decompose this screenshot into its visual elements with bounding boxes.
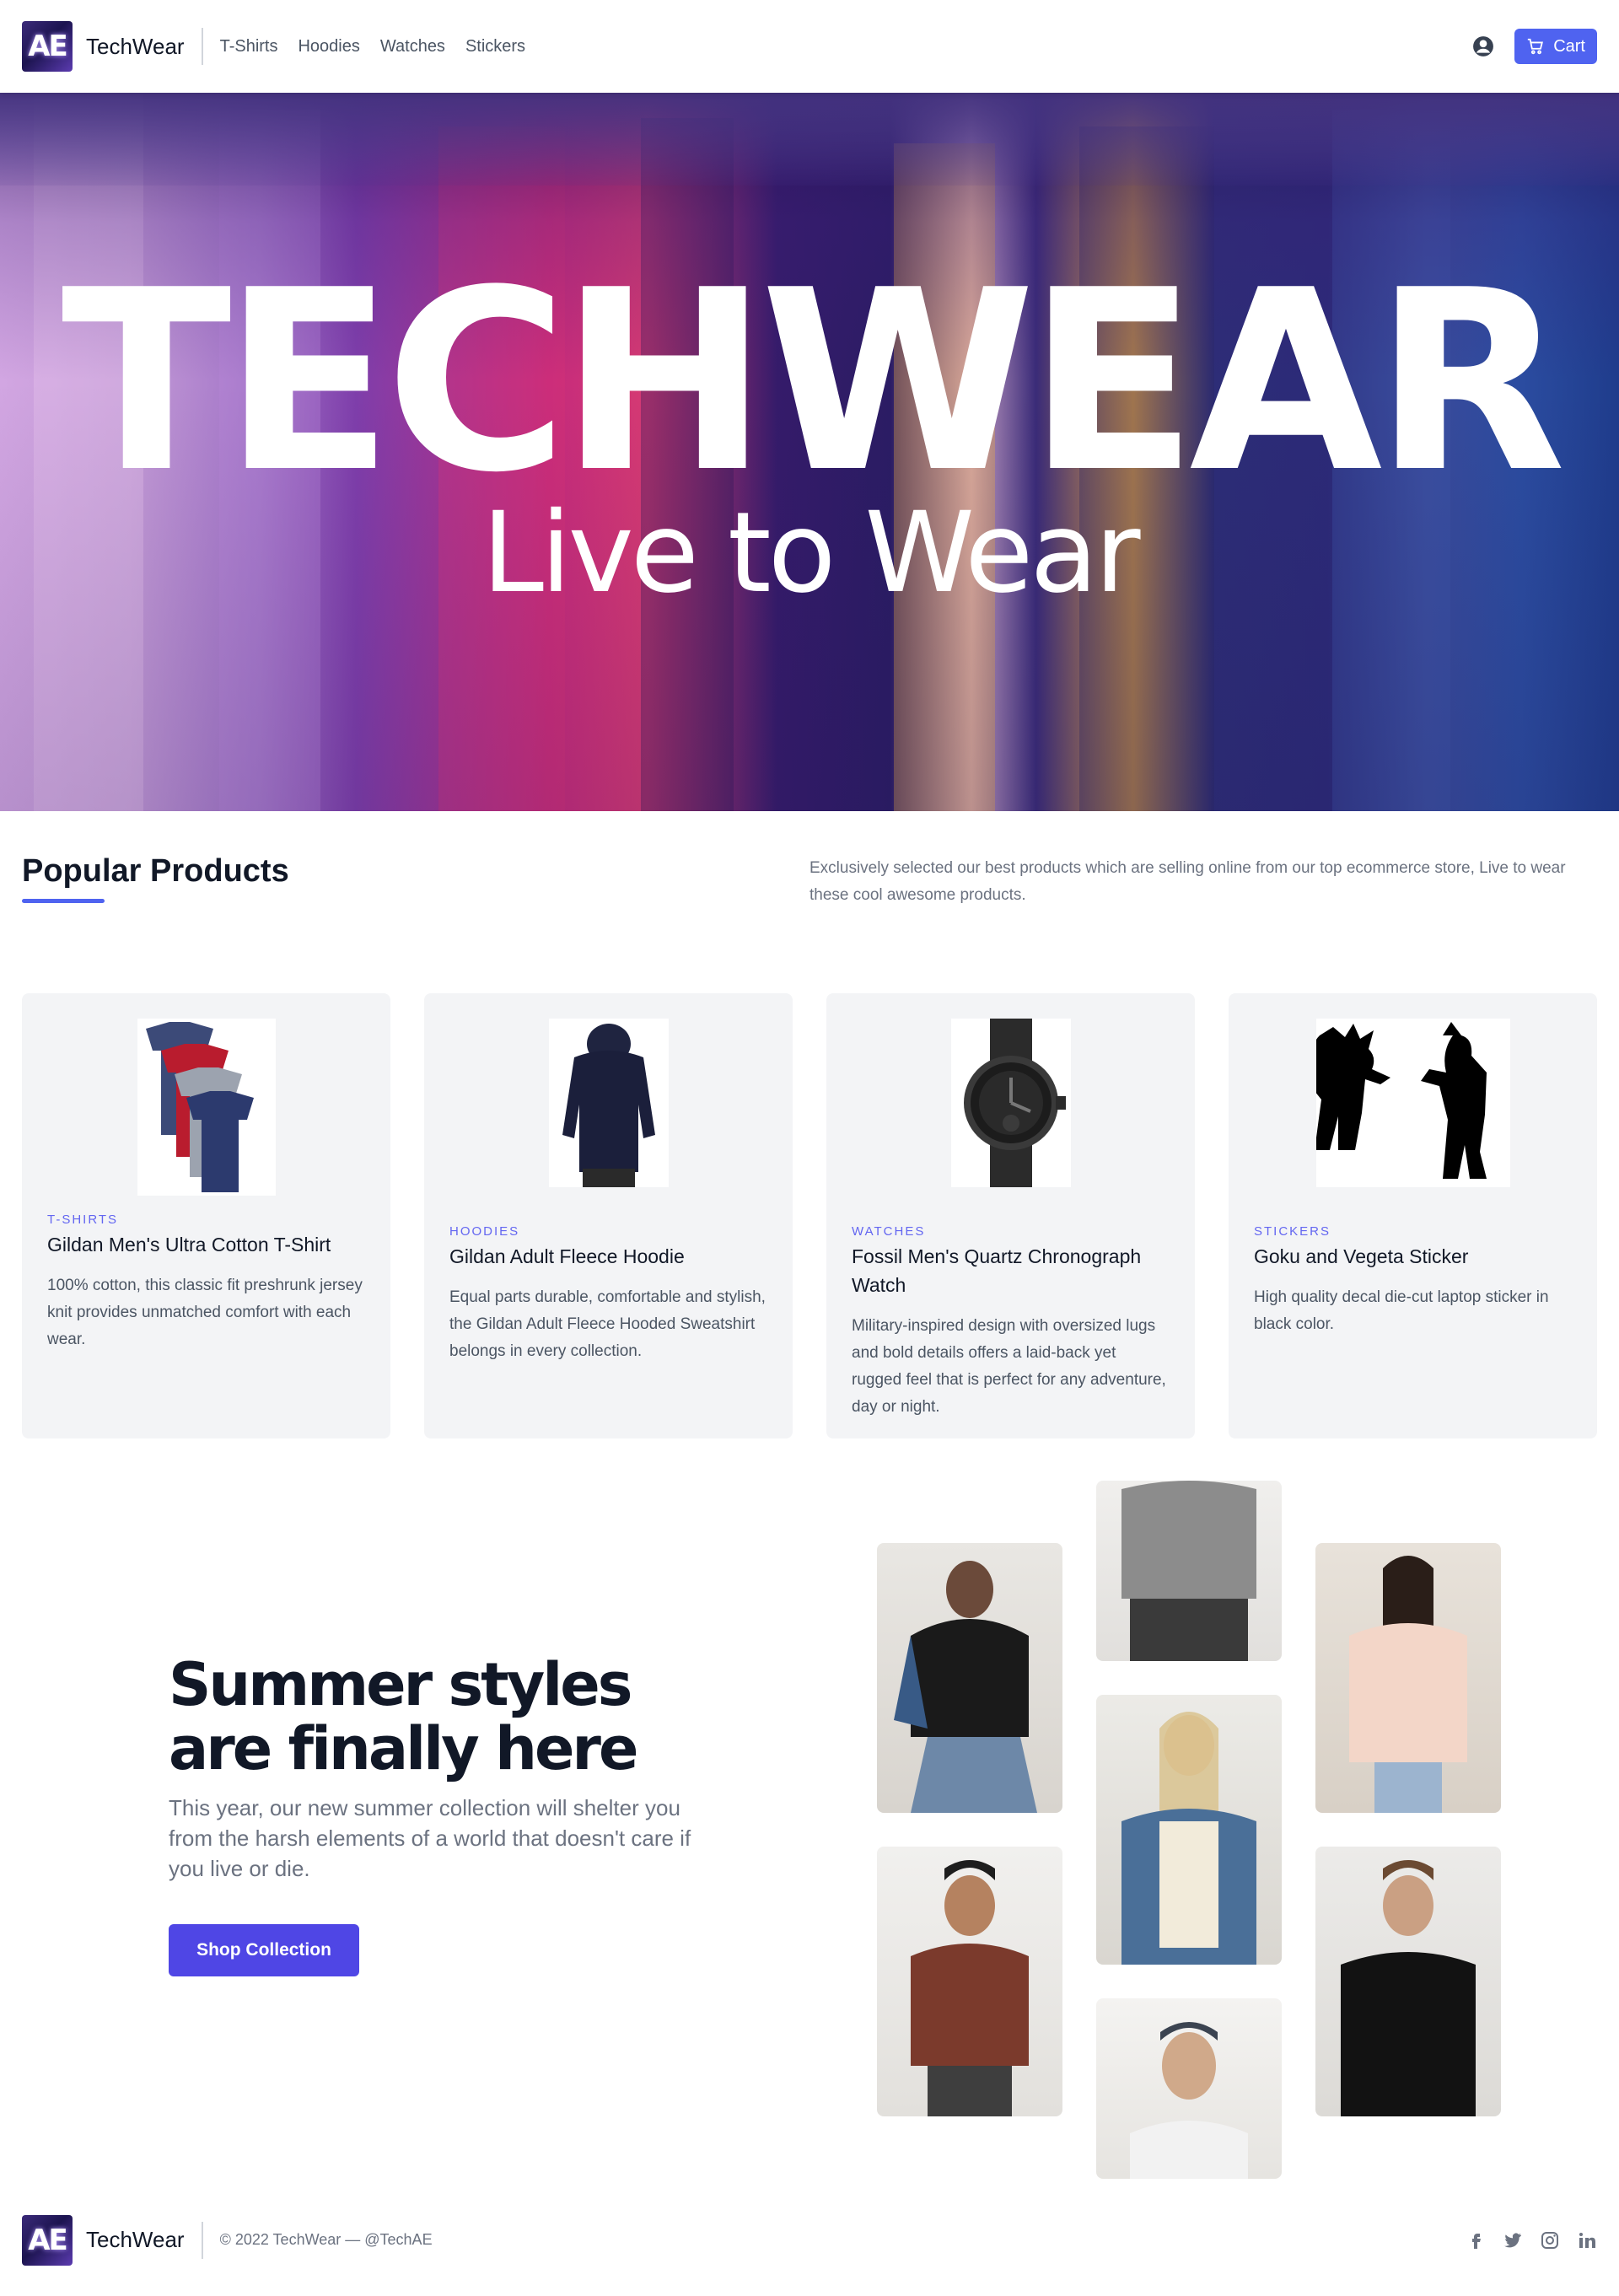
product-description: Military-inspired design with oversized … xyxy=(852,1317,1166,1416)
title-underline xyxy=(22,899,105,903)
summer-description: This year, our new summer collection wil… xyxy=(169,1795,691,1881)
popular-products-title: Popular Products xyxy=(22,853,289,889)
model-photo xyxy=(1096,1998,1282,2179)
twitter-icon[interactable] xyxy=(1503,2230,1523,2250)
model-photo xyxy=(877,1543,1062,1813)
product-category: T-SHIRTS xyxy=(47,1213,119,1227)
product-image[interactable] xyxy=(47,1019,365,1196)
footer-logo[interactable]: AE xyxy=(22,2214,73,2266)
footer-copyright[interactable]: © 2022 TechWear — @TechAE xyxy=(220,2231,433,2249)
product-title[interactable]: Fossil Men's Quartz Chronograph Watch xyxy=(852,1242,1170,1299)
brand-name[interactable]: TechWear xyxy=(86,34,185,60)
product-description: 100% cotton, this classic fit preshrunk … xyxy=(47,1277,363,1348)
nav-link-hoodies[interactable]: Hoodies xyxy=(298,37,359,56)
model-photo xyxy=(1315,1543,1501,1813)
hero-subtitle: Live to Wear xyxy=(481,488,1140,618)
sticker-image xyxy=(1315,1019,1510,1187)
summer-heading-line1: Summer styles xyxy=(169,1650,632,1719)
navbar: AE TechWear T-Shirts Hoodies Watches Sti… xyxy=(0,0,1619,93)
nav-links: T-Shirts Hoodies Watches Stickers xyxy=(220,37,525,56)
user-circle-icon[interactable] xyxy=(1472,35,1494,57)
nav-link-tshirts[interactable]: T-Shirts xyxy=(220,37,278,56)
model-photo xyxy=(877,1847,1062,2116)
product-image[interactable] xyxy=(1254,1019,1572,1202)
cart-button[interactable]: Cart xyxy=(1514,29,1597,64)
product-card[interactable]: HOODIES Gildan Adult Fleece Hoodie Equal… xyxy=(424,993,793,1438)
product-description: Equal parts durable, comfortable and sty… xyxy=(449,1288,766,1360)
product-grid: T-SHIRTS Gildan Men's Ultra Cotton T-Shi… xyxy=(22,993,1597,1438)
linkedin-icon[interactable] xyxy=(1577,2230,1597,2250)
cart-icon xyxy=(1528,38,1544,55)
product-title[interactable]: Goku and Vegeta Sticker xyxy=(1254,1242,1572,1271)
nav-link-watches[interactable]: Watches xyxy=(380,37,445,56)
logo[interactable]: AE xyxy=(22,21,73,72)
watch-image xyxy=(950,1019,1071,1187)
product-category: HOODIES xyxy=(449,1224,520,1239)
product-card[interactable]: WATCHES Fossil Men's Quartz Chronograph … xyxy=(826,993,1195,1438)
footer-divider xyxy=(201,2221,203,2259)
hero-title: TECHWEAR xyxy=(61,236,1567,527)
facebook-icon[interactable] xyxy=(1466,2230,1486,2250)
cart-label: Cart xyxy=(1553,36,1585,56)
nav-divider xyxy=(201,28,203,65)
product-image[interactable] xyxy=(449,1019,767,1202)
logo-text: AE xyxy=(28,30,68,63)
product-category: WATCHES xyxy=(852,1224,926,1239)
hero-banner: TECHWEAR Live to Wear xyxy=(0,93,1619,811)
product-card[interactable]: STICKERS Goku and Vegeta Sticker High qu… xyxy=(1229,993,1597,1438)
nav-link-stickers[interactable]: Stickers xyxy=(465,37,525,56)
footer: AE TechWear © 2022 TechWear — @TechAE xyxy=(0,2184,1619,2296)
product-image[interactable] xyxy=(852,1019,1170,1202)
instagram-icon[interactable] xyxy=(1540,2230,1560,2250)
footer-logo-text: AE xyxy=(28,2223,68,2257)
model-photo xyxy=(1096,1481,1282,1661)
summer-heading-line2: are finally here xyxy=(169,1714,638,1783)
product-title[interactable]: Gildan Adult Fleece Hoodie xyxy=(449,1242,767,1271)
footer-brand-name[interactable]: TechWear xyxy=(86,2227,185,2253)
nav-right: Cart xyxy=(1472,29,1597,64)
hoodie-image xyxy=(548,1019,669,1187)
model-photo xyxy=(1096,1695,1282,1965)
popular-products-description: Exclusively selected our best products w… xyxy=(810,859,1566,904)
model-photo xyxy=(1315,1847,1501,2116)
tshirt-stack-image xyxy=(137,1019,276,1196)
shop-collection-button[interactable]: Shop Collection xyxy=(169,1924,359,1976)
product-category: STICKERS xyxy=(1254,1224,1331,1239)
summer-heading: Summer styles are finally here xyxy=(169,1653,708,1781)
product-description: High quality decal die-cut laptop sticke… xyxy=(1254,1288,1549,1333)
social-links xyxy=(1466,2230,1597,2250)
product-card[interactable]: T-SHIRTS Gildan Men's Ultra Cotton T-Shi… xyxy=(22,993,390,1438)
product-title[interactable]: Gildan Men's Ultra Cotton T-Shirt xyxy=(47,1230,365,1259)
